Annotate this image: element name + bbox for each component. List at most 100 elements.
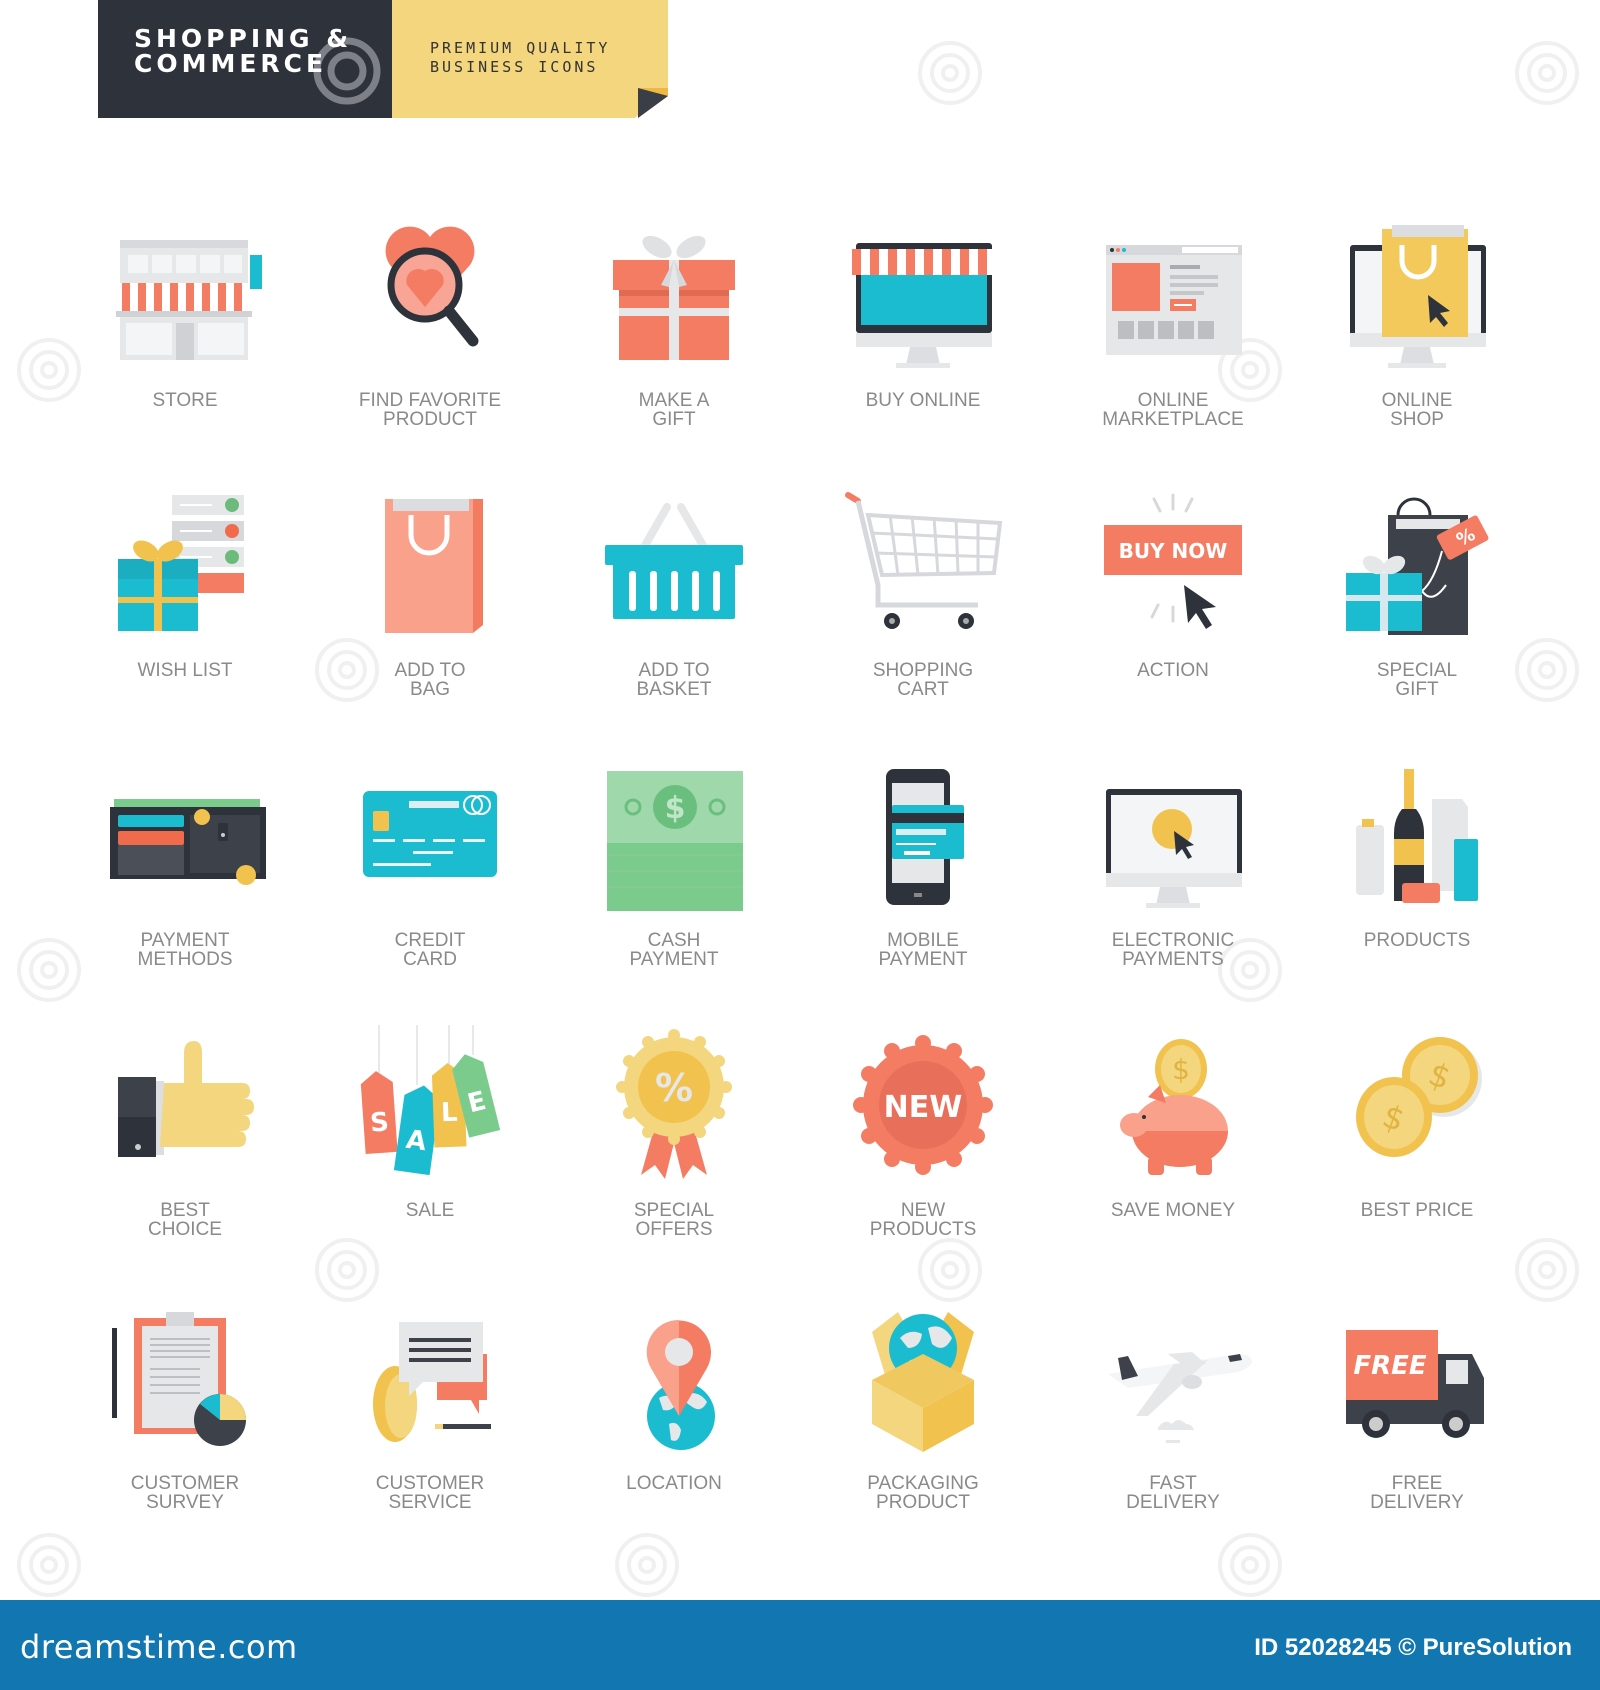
icon-tile-packaging-product[interactable]: PACKAGING PRODUCT [803,1298,1043,1558]
icon-label: STORE [152,390,218,411]
icon-tile-customer-service[interactable]: CUSTOMER SERVICE [310,1298,550,1558]
icon-label: BEST PRICE [1360,1200,1474,1221]
icon-tile-electronic-payments[interactable]: ELECTRONIC PAYMENTS [1053,755,1293,1015]
icon-tile-fast-delivery[interactable]: FAST DELIVERY [1053,1298,1293,1558]
icon-label: SHOPPING CART [872,660,974,700]
icon-label: FIND FAVORITE PRODUCT [358,390,502,430]
icon-label: PAYMENT METHODS [137,930,233,970]
watermark-swirl-icon [1515,41,1579,105]
heart-magnifier-icon [385,226,479,347]
clipboard-survey-icon [112,1312,246,1446]
icon-tile-buy-online[interactable]: BUY ONLINE [803,215,1043,475]
buy-now-text: BUY NOW [1119,539,1228,563]
icon-label: CUSTOMER SURVEY [130,1473,240,1513]
products-bottles-icon [1356,769,1478,903]
icon-label: CUSTOMER SERVICE [375,1473,485,1513]
icon-tile-find-favorite-product[interactable]: FIND FAVORITE PRODUCT [310,215,550,475]
airplane-icon [1108,1352,1252,1443]
icon-tile-customer-survey[interactable]: CUSTOMER SURVEY [65,1298,305,1558]
icon-label: FAST DELIVERY [1126,1473,1220,1513]
badge-text: NEW [884,1090,963,1125]
location-pin-globe-icon [646,1319,715,1450]
buy-now-button-icon: BUY NOW [1104,493,1242,629]
icon-label: CASH PAYMENT [629,930,719,970]
customer-service-icon [373,1322,491,1442]
dollar-symbol: $ [665,791,686,826]
icon-label: ADD TO BAG [394,660,466,700]
icon-label: LOCATION [626,1473,722,1494]
icon-label: BUY ONLINE [865,390,981,411]
tag-letter: A [404,1125,428,1158]
icon-tile-add-to-bag[interactable]: ADD TO BAG [310,485,550,745]
icon-label: SALE [405,1200,455,1221]
truck-text: FREE [1353,1351,1427,1381]
icon-tile-mobile-payment[interactable]: MOBILE PAYMENT [803,755,1043,1015]
icon-tile-action[interactable]: BUY NOW ACTION [1053,485,1293,745]
icon-tile-add-to-basket[interactable]: ADD TO BASKET [554,485,794,745]
icon-label: ONLINE SHOP [1381,390,1453,430]
page-subtitle-line1: PREMIUM QUALITY [430,39,611,57]
gift-box-icon [613,235,735,360]
discount-badge-icon: % [616,1029,732,1179]
icon-label: ACTION [1137,660,1209,681]
coins-icon: $ $ [1356,1037,1482,1157]
tag-letter: S [369,1107,390,1138]
icon-tile-payment-methods[interactable]: PAYMENT METHODS [65,755,305,1015]
thumbs-up-icon [118,1041,254,1157]
box-globe-icon [872,1312,974,1452]
icon-label: MOBILE PAYMENT [878,930,968,970]
icon-tile-sale[interactable]: S A L E SALE [310,1025,550,1285]
icon-tile-free-delivery[interactable]: FREE FREE DELIVERY [1297,1298,1537,1558]
watermark-swirl-icon [918,41,982,105]
icon-tile-new-products[interactable]: NEW NEW PRODUCTS [803,1025,1043,1285]
icon-tile-shopping-cart[interactable]: SHOPPING CART [803,485,1043,745]
monitor-coin-icon [1106,789,1242,908]
credit-card-icon [363,791,497,877]
wish-list-icon [118,495,244,631]
icon-tile-make-a-gift[interactable]: MAKE A GIFT [554,215,794,475]
icon-tile-wish-list[interactable]: WISH LIST [65,485,305,745]
icon-label: NEW PRODUCTS [869,1200,977,1240]
sale-tags-icon: S A L E [360,1025,501,1176]
shopping-cart-icon [845,492,1003,629]
dreamstime-logo[interactable]: dreamstime.com [20,1628,298,1666]
icon-tile-store[interactable]: STORE [65,215,305,475]
icon-label: SPECIAL GIFT [1376,660,1458,700]
store-icon [116,240,262,360]
new-badge-icon: NEW [853,1035,993,1175]
tag-letter: L [440,1098,458,1129]
icon-tile-location[interactable]: LOCATION [554,1298,794,1558]
icon-label: CREDIT CARD [394,930,466,970]
icon-label: SAVE MONEY [1110,1200,1236,1221]
icon-tile-special-gift[interactable]: % SPECIAL GIFT [1297,485,1537,745]
icon-label: PRODUCTS [1363,930,1471,951]
page-title-line1: SHOPPING & [134,24,353,53]
icon-label: SPECIAL OFFERS [633,1200,715,1240]
icon-tile-save-money[interactable]: $ SAVE MONEY [1053,1025,1293,1285]
shopping-bag-icon [385,499,483,633]
icon-tile-cash-payment[interactable]: $ CASH PAYMENT [554,755,794,1015]
icon-tile-best-choice[interactable]: BEST CHOICE [65,1025,305,1285]
page-subtitle-line2: BUSINESS ICONS [430,58,599,76]
page-fold-corner [638,88,668,118]
icon-tile-best-price[interactable]: $ $ BEST PRICE [1297,1025,1537,1285]
icon-tile-credit-card[interactable]: CREDIT CARD [310,755,550,1015]
web-marketplace-icon [1106,245,1242,355]
icon-label: PACKAGING PRODUCT [867,1473,979,1513]
special-gift-icon: % [1346,497,1489,635]
wallet-icon [110,799,266,885]
icon-label: MAKE A GIFT [638,390,710,430]
icon-tile-special-offers[interactable]: % SPECIAL OFFERS [554,1025,794,1285]
footer-bar: dreamstime.com ID 52028245 © PureSolutio… [0,1600,1600,1690]
icon-label: WISH LIST [137,660,233,681]
icon-label: ONLINE MARKETPLACE [1102,390,1244,430]
basket-icon [605,503,743,619]
icon-tile-online-shop[interactable]: ONLINE SHOP [1297,215,1537,475]
cash-banknote-icon: $ [607,771,743,911]
monitor-shop-icon [850,243,998,368]
icon-tile-online-marketplace[interactable]: ONLINE MARKETPLACE [1053,215,1293,475]
icon-tile-products[interactable]: PRODUCTS [1297,755,1537,1015]
icon-label: BEST CHOICE [148,1200,222,1240]
page-subtitle: PREMIUM QUALITY BUSINESS ICONS [430,39,610,77]
icon-label: ELECTRONIC PAYMENTS [1111,930,1235,970]
